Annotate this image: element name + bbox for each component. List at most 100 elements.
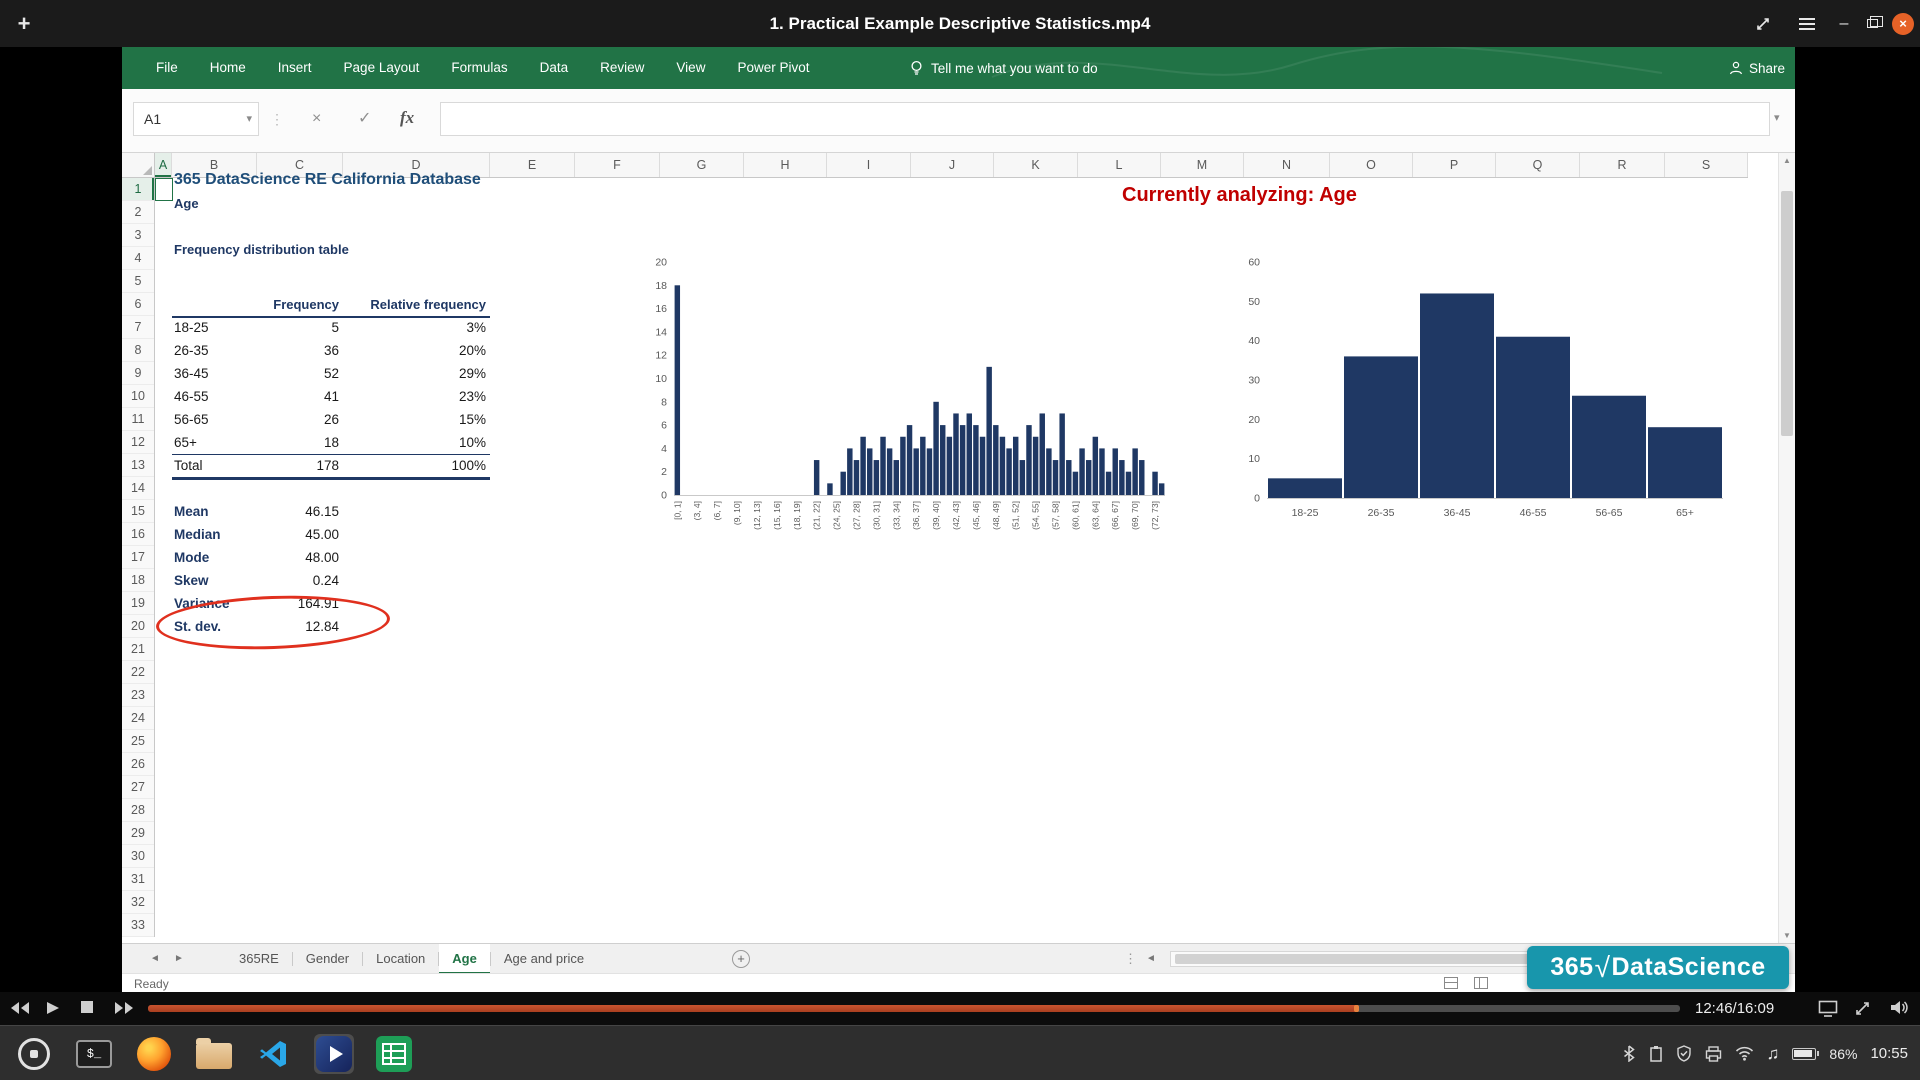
horizontal-scrollbar-thumb[interactable]	[1175, 954, 1535, 964]
close-button[interactable]: ×	[1888, 0, 1918, 47]
freq-row-label[interactable]: 65+	[174, 434, 197, 452]
column-header-E[interactable]: E	[490, 153, 575, 177]
seek-bar[interactable]	[148, 1005, 1680, 1012]
freq-row-value[interactable]: 36	[257, 342, 339, 360]
ribbon-tab-file[interactable]: File	[140, 47, 194, 89]
total-row-pct[interactable]: 100%	[343, 457, 486, 475]
seek-thumb[interactable]	[1354, 1005, 1360, 1012]
age-histogram-chart[interactable]: 0 2 4 6 8 10 12 14 16 18 20 [0, 1] (3, 4] (6, 7] (9, 1…	[632, 250, 1177, 565]
cell-doc-subtitle[interactable]: Age	[174, 195, 199, 213]
cell-freq-title[interactable]: Frequency distribution table	[174, 241, 349, 259]
column-header-Q[interactable]: Q	[1496, 153, 1580, 177]
row-header-32[interactable]: 32	[122, 891, 154, 914]
row-header-4[interactable]: 4	[122, 247, 154, 270]
sheet-tab-gender[interactable]: Gender	[293, 944, 362, 974]
row-header-33[interactable]: 33	[122, 914, 154, 937]
stat-label[interactable]: Mode	[174, 549, 209, 567]
terminal-app[interactable]: $_	[74, 1034, 114, 1074]
sheet-tab-age[interactable]: Age	[439, 944, 490, 974]
column-header-K[interactable]: K	[994, 153, 1078, 177]
formula-bar-expand-icon[interactable]: ▾	[1774, 111, 1780, 124]
select-all-corner[interactable]	[122, 153, 155, 178]
column-header-M[interactable]: M	[1161, 153, 1244, 177]
fullscreen-button[interactable]	[1748, 0, 1778, 47]
video-player-app[interactable]	[314, 1033, 354, 1074]
row-header-27[interactable]: 27	[122, 776, 154, 799]
firefox-app[interactable]	[134, 1034, 174, 1074]
column-header-R[interactable]: R	[1580, 153, 1665, 177]
row-header-18[interactable]: 18	[122, 569, 154, 592]
file-manager-app[interactable]	[194, 1034, 234, 1074]
cast-button[interactable]	[1818, 1000, 1838, 1017]
clipboard-icon[interactable]	[1649, 1045, 1663, 1062]
freq-row-value[interactable]: 26	[257, 411, 339, 429]
ribbon-tab-review[interactable]: Review	[584, 47, 660, 89]
row-header-15[interactable]: 15	[122, 500, 154, 523]
row-header-7[interactable]: 7	[122, 316, 154, 339]
page-layout-view-icon[interactable]	[1474, 977, 1488, 989]
stat-value[interactable]: 48.00	[257, 549, 339, 567]
total-row-label[interactable]: Total	[174, 457, 203, 475]
restore-button[interactable]	[1860, 0, 1884, 47]
volume-button[interactable]	[1890, 999, 1909, 1016]
freq-row-pct[interactable]: 23%	[343, 388, 486, 406]
freq-row-label[interactable]: 36-45	[174, 365, 209, 383]
bluetooth-icon[interactable]	[1622, 1045, 1636, 1062]
share-button[interactable]: Share	[1729, 47, 1785, 89]
row-header-12[interactable]: 12	[122, 431, 154, 454]
music-note-icon[interactable]: ♫	[1767, 1044, 1780, 1064]
prev-sheet-button[interactable]: ◄	[150, 944, 160, 974]
column-header-F[interactable]: F	[575, 153, 660, 177]
fast-forward-button[interactable]	[114, 1001, 134, 1015]
stat-value[interactable]: 46.15	[257, 503, 339, 521]
row-header-10[interactable]: 10	[122, 385, 154, 408]
column-header-L[interactable]: L	[1078, 153, 1161, 177]
vertical-scrollbar-thumb[interactable]	[1781, 191, 1793, 436]
freq-row-value[interactable]: 41	[257, 388, 339, 406]
wifi-icon[interactable]	[1735, 1046, 1754, 1061]
enter-button[interactable]: ✓	[358, 109, 371, 129]
ribbon-tab-power-pivot[interactable]: Power Pivot	[721, 47, 825, 89]
freq-row-pct[interactable]: 29%	[343, 365, 486, 383]
freq-row-pct[interactable]: 10%	[343, 434, 486, 452]
column-header-G[interactable]: G	[660, 153, 744, 177]
stat-label[interactable]: Mean	[174, 503, 209, 521]
row-header-25[interactable]: 25	[122, 730, 154, 753]
hscroll-left-icon[interactable]: ◄	[1146, 944, 1156, 974]
row-header-17[interactable]: 17	[122, 546, 154, 569]
ribbon-tab-formulas[interactable]: Formulas	[435, 47, 523, 89]
spreadsheet-app[interactable]	[374, 1034, 414, 1074]
age-frequency-bar-chart[interactable]: 0 10 20 30 40 50 60 18-25 26-35 36-45 46-55 56-65 65…	[1230, 248, 1735, 538]
row-header-23[interactable]: 23	[122, 684, 154, 707]
column-header-I[interactable]: I	[827, 153, 911, 177]
name-box[interactable]: A1 ▾	[133, 102, 259, 136]
formula-input[interactable]	[440, 102, 1770, 136]
stop-button[interactable]	[81, 1001, 93, 1013]
next-sheet-button[interactable]: ►	[174, 944, 184, 974]
column-header-A[interactable]: A	[155, 153, 172, 177]
freq-row-value[interactable]: 18	[257, 434, 339, 452]
row-header-22[interactable]: 22	[122, 661, 154, 684]
stat-value[interactable]: 0.24	[257, 572, 339, 590]
row-header-9[interactable]: 9	[122, 362, 154, 385]
sheet-tab-age-and-price[interactable]: Age and price	[491, 944, 597, 974]
row-header-26[interactable]: 26	[122, 753, 154, 776]
stat-value[interactable]: 45.00	[257, 526, 339, 544]
ribbon-tab-home[interactable]: Home	[194, 47, 262, 89]
row-header-31[interactable]: 31	[122, 868, 154, 891]
ribbon-tab-view[interactable]: View	[660, 47, 721, 89]
freq-row-value[interactable]: 52	[257, 365, 339, 383]
freq-row-pct[interactable]: 15%	[343, 411, 486, 429]
row-header-28[interactable]: 28	[122, 799, 154, 822]
row-header-30[interactable]: 30	[122, 845, 154, 868]
shield-icon[interactable]	[1676, 1045, 1692, 1062]
freq-row-label[interactable]: 26-35	[174, 342, 209, 360]
row-header-19[interactable]: 19	[122, 592, 154, 615]
cell-doc-title[interactable]: 365 DataScience RE California Database	[174, 170, 481, 190]
row-header-1[interactable]: 1	[122, 178, 154, 201]
row-header-29[interactable]: 29	[122, 822, 154, 845]
scroll-up-icon[interactable]: ▲	[1779, 153, 1795, 168]
play-button[interactable]	[46, 1001, 59, 1015]
column-header-H[interactable]: H	[744, 153, 827, 177]
row-header-5[interactable]: 5	[122, 270, 154, 293]
